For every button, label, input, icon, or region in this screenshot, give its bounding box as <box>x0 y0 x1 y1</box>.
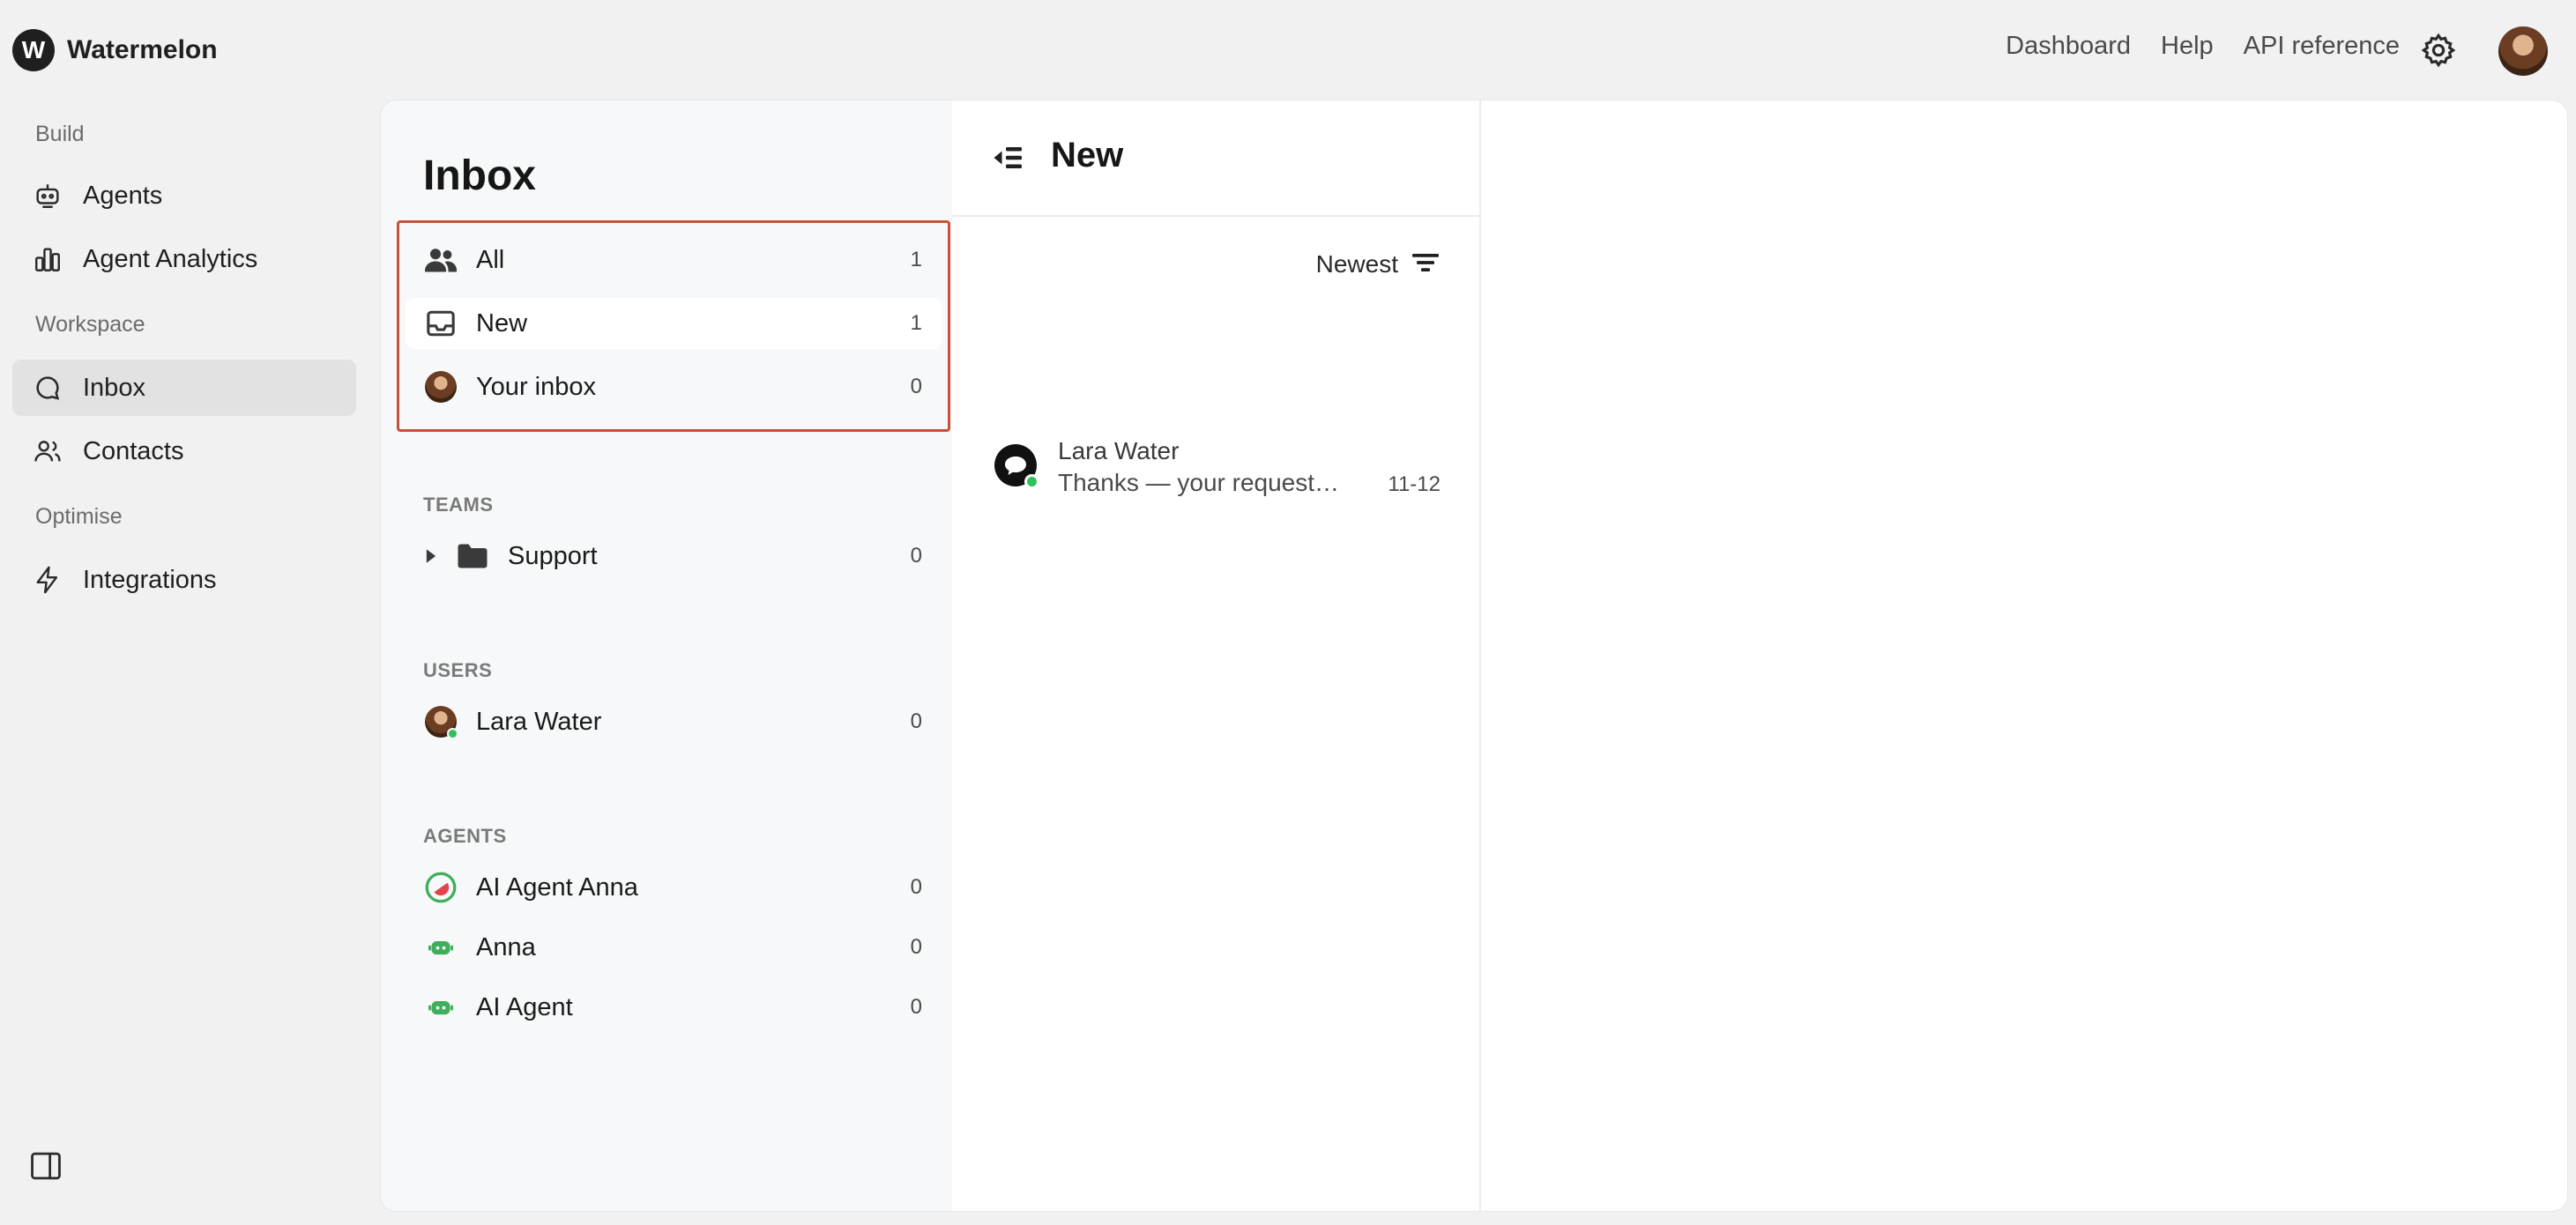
agents-title: AGENTS <box>423 825 507 847</box>
filter-icon <box>1412 252 1439 278</box>
team-count: 0 <box>910 544 922 568</box>
sidebar-item-inbox[interactable]: Inbox <box>12 360 356 416</box>
users-title: USERS <box>423 659 493 681</box>
chevron-right-icon[interactable] <box>425 548 443 564</box>
user-avatar-wrap <box>423 704 458 739</box>
conversation-detail-panel <box>1481 100 2567 1211</box>
inbox-panel: Inbox All 1 New 1 Your inbox 0 TEAMS Sup… <box>381 100 952 1211</box>
sidebar-item-contacts[interactable]: Contacts <box>12 423 356 479</box>
view-count: 1 <box>910 311 922 335</box>
your-inbox-avatar-wrap <box>423 369 458 405</box>
agent-item-ai-agent-anna[interactable]: AI Agent Anna 0 <box>406 862 942 913</box>
section-optimise: Optimise <box>35 504 123 529</box>
conversation-list-panel: New Newest Lara Water Thanks — your requ… <box>952 100 1481 1211</box>
avatar <box>425 371 457 403</box>
people-icon <box>423 242 458 278</box>
conversation-date: 11-12 <box>1388 472 1441 496</box>
nav-help-link[interactable]: Help <box>2161 32 2214 61</box>
sidebar-item-label: Contacts <box>83 436 184 465</box>
user-avatar[interactable] <box>2498 26 2548 76</box>
collapse-list-icon[interactable] <box>993 143 1024 173</box>
sidebar-item-agents[interactable]: Agents <box>12 167 356 224</box>
user-item-lara-water[interactable]: Lara Water 0 <box>406 696 942 747</box>
team-label: Support <box>508 541 598 570</box>
sort-label: Newest <box>1315 250 1398 278</box>
watermelon-icon <box>423 870 458 905</box>
nav-api-reference-link[interactable]: API reference <box>2244 32 2400 61</box>
view-count: 1 <box>910 248 922 271</box>
user-label: Lara Water <box>476 707 602 736</box>
inbox-title: Inbox <box>423 152 536 199</box>
brand[interactable]: W Watermelon <box>12 29 218 71</box>
conversation-preview: Thanks — your request has been received <box>1058 469 1340 496</box>
section-build: Build <box>35 122 85 146</box>
agent-count: 0 <box>910 875 922 899</box>
sidebar: Build Agents Agent Analytics Workspace I… <box>0 100 381 1225</box>
sidebar-item-label: Agents <box>83 181 163 210</box>
bot-icon <box>423 930 458 965</box>
chat-bubble-icon <box>30 370 65 405</box>
user-count: 0 <box>910 709 922 733</box>
view-your-inbox[interactable]: Your inbox 0 <box>406 361 942 412</box>
sidebar-item-integrations[interactable]: Integrations <box>12 552 356 608</box>
sort-dropdown[interactable]: Newest <box>1316 250 1439 278</box>
online-status-dot <box>447 728 458 739</box>
section-workspace: Workspace <box>35 312 145 337</box>
top-nav: Dashboard Help API reference <box>2006 32 2400 61</box>
view-count: 0 <box>910 375 922 398</box>
main-card: Inbox All 1 New 1 Your inbox 0 TEAMS Sup… <box>381 100 2567 1211</box>
sidebar-item-label: Integrations <box>83 565 217 594</box>
view-label: New <box>476 308 528 338</box>
brand-logo: W <box>12 29 55 71</box>
conversation-contact-name: Lara Water <box>1058 437 1180 464</box>
sidebar-item-label: Agent Analytics <box>83 244 258 273</box>
agent-label: AI Agent Anna <box>476 872 638 902</box>
users-icon <box>30 434 65 469</box>
agent-item-ai-agent[interactable]: AI Agent 0 <box>406 982 942 1033</box>
nav-dashboard-link[interactable]: Dashboard <box>2006 32 2131 61</box>
bot-icon <box>423 990 458 1025</box>
brand-name: Watermelon <box>67 35 218 64</box>
conversation-list-header: New <box>952 100 1481 217</box>
conversation-item[interactable]: Lara Water Thanks — your request has bee… <box>952 418 1481 506</box>
agent-count: 0 <box>910 995 922 1019</box>
gear-icon[interactable] <box>2420 32 2457 69</box>
online-status-dot <box>1024 474 1039 489</box>
panel-toggle-icon[interactable] <box>29 1151 63 1181</box>
view-label: Your inbox <box>476 372 596 401</box>
robot-icon <box>30 178 65 213</box>
sidebar-item-label: Inbox <box>83 373 145 402</box>
agent-label: AI Agent <box>476 992 573 1021</box>
agent-label: Anna <box>476 932 536 961</box>
sidebar-item-agent-analytics[interactable]: Agent Analytics <box>12 231 356 287</box>
bar-chart-icon <box>30 241 65 277</box>
avatar <box>425 706 458 739</box>
team-item-support[interactable]: Support 0 <box>406 531 942 582</box>
view-all[interactable]: All 1 <box>406 234 942 286</box>
folder-icon <box>457 543 488 569</box>
view-new[interactable]: New 1 <box>406 298 942 349</box>
view-label: All <box>476 245 505 274</box>
tray-icon <box>423 306 458 341</box>
teams-title: TEAMS <box>423 494 494 516</box>
top-bar: W Watermelon Dashboard Help API referenc… <box>0 0 2576 100</box>
agent-item-anna[interactable]: Anna 0 <box>406 922 942 973</box>
agent-count: 0 <box>910 935 922 959</box>
conversation-list-title: New <box>1051 136 1124 174</box>
lightning-icon <box>30 562 65 598</box>
